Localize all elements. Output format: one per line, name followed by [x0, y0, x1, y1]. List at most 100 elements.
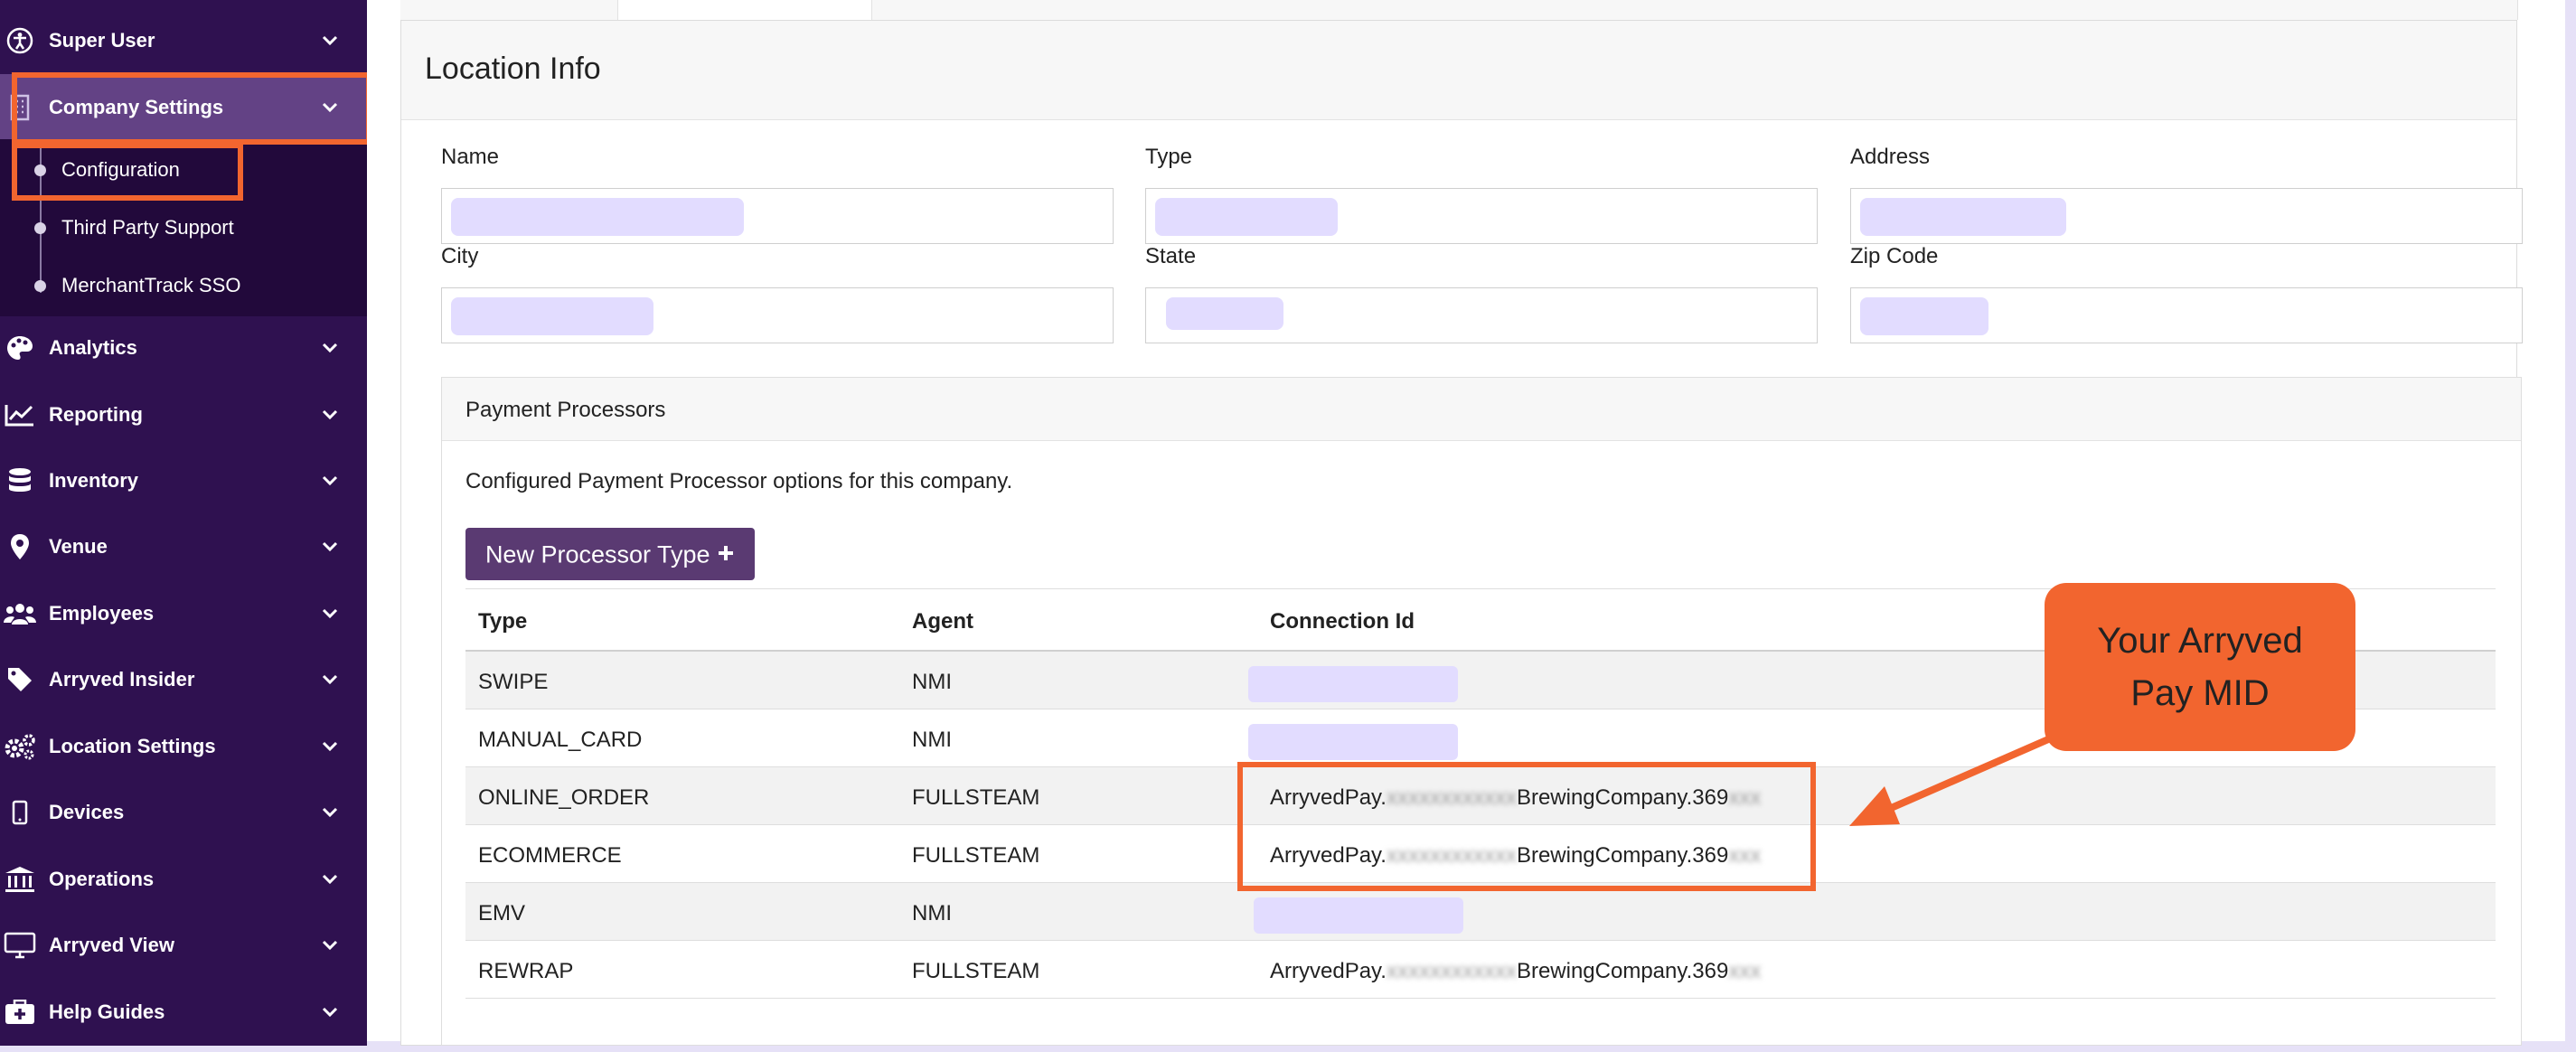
cell-type: SWIPE: [478, 670, 549, 694]
nav-help-guides[interactable]: Help Guides: [0, 979, 367, 1046]
redacted-text: xxx: [1728, 785, 1762, 810]
nav-label: Analytics: [49, 336, 137, 359]
city-label: City: [441, 244, 479, 268]
gears-icon: [2, 728, 38, 765]
redacted-text: xxxxxxxxxxxx: [1386, 843, 1517, 868]
nav-label: Inventory: [49, 469, 139, 492]
name-label: Name: [441, 145, 500, 169]
chevron-down-icon: [320, 471, 340, 491]
bullet-icon: [34, 222, 46, 234]
table-row[interactable]: EMV NMI: [465, 883, 2496, 941]
users-icon: [2, 596, 38, 632]
subnav-merchanttrack-sso[interactable]: MerchantTrack SSO: [0, 262, 367, 309]
chevron-down-icon: [320, 604, 340, 624]
nav-operations[interactable]: Operations: [0, 846, 367, 913]
address-field[interactable]: [1850, 188, 2523, 244]
cell-agent: FULLSTEAM: [912, 843, 1040, 868]
nav-location-settings[interactable]: Location Settings: [0, 713, 367, 780]
callout-line: Pay MID: [2130, 673, 2270, 713]
nav-employees[interactable]: Employees: [0, 580, 367, 647]
page-title: Location Info: [425, 52, 601, 86]
card-header: Location Info: [401, 21, 2516, 120]
subnav-third-party-support[interactable]: Third Party Support: [0, 204, 367, 251]
nav-devices[interactable]: Devices: [0, 779, 367, 846]
column-header-type: Type: [478, 609, 528, 634]
conn-suffix: BrewingCompany.369: [1516, 959, 1729, 983]
sidebar: Super User Company Settings Configuratio…: [0, 0, 371, 1046]
bullet-icon: [34, 280, 46, 292]
cell-agent: NMI: [912, 901, 952, 925]
building-icon: [2, 89, 38, 126]
panel-title: Payment Processors: [465, 398, 666, 422]
zip-field[interactable]: [1850, 287, 2523, 343]
cell-agent: NMI: [912, 728, 952, 752]
conn-prefix: ArryvedPay.: [1270, 843, 1387, 868]
nav-label: Reporting: [49, 403, 143, 426]
first-aid-icon: [2, 994, 38, 1030]
new-processor-type-button[interactable]: New Processor Type: [465, 528, 755, 580]
bank-icon: [2, 861, 38, 897]
nav-arryved-insider[interactable]: Arryved Insider: [0, 646, 367, 713]
redacted-text: xxx: [1728, 959, 1762, 983]
cell-connection-id: ArryvedPay.xxxxxxxxxxxxBrewingCompany.36…: [1270, 843, 1761, 869]
nav-arryved-view[interactable]: Arryved View: [0, 912, 367, 979]
redacted-connection-id: [1248, 724, 1458, 760]
chevron-down-icon: [320, 869, 340, 889]
accessibility-icon: [2, 23, 38, 59]
cell-agent: NMI: [912, 670, 952, 694]
column-header-connection-id: Connection Id: [1270, 609, 1415, 634]
table-row[interactable]: REWRAP FULLSTEAM ArryvedPay.xxxxxxxxxxxx…: [465, 941, 2496, 999]
name-field[interactable]: [441, 188, 1114, 244]
column-header-agent: Agent: [912, 609, 973, 634]
nav-label: Operations: [49, 868, 155, 890]
nav-venue[interactable]: Venue: [0, 513, 367, 580]
mobile-icon: [2, 794, 38, 831]
palette-icon: [2, 330, 38, 366]
chevron-down-icon: [320, 31, 340, 51]
cell-connection-id: ArryvedPay.xxxxxxxxxxxxBrewingCompany.36…: [1270, 959, 1761, 984]
chevron-down-icon: [320, 338, 340, 358]
table-row[interactable]: ONLINE_ORDER FULLSTEAM ArryvedPay.xxxxxx…: [465, 767, 2496, 825]
nav-company-settings[interactable]: Company Settings: [0, 74, 367, 141]
cell-agent: FULLSTEAM: [912, 785, 1040, 810]
active-tab[interactable]: [617, 0, 872, 20]
chevron-down-icon: [320, 737, 340, 756]
redacted-value: [1166, 297, 1283, 330]
nav-label: Venue: [49, 535, 108, 558]
conn-suffix: BrewingCompany.369: [1516, 785, 1729, 810]
subnav-label: Third Party Support: [61, 216, 234, 239]
nav-super-user[interactable]: Super User: [0, 7, 367, 74]
nav-reporting[interactable]: Reporting: [0, 381, 367, 448]
redacted-value: [451, 297, 653, 335]
conn-prefix: ArryvedPay.: [1270, 959, 1387, 983]
tag-icon: [2, 662, 38, 698]
plus-icon: [717, 540, 735, 568]
city-field[interactable]: [441, 287, 1114, 343]
conn-prefix: ArryvedPay.: [1270, 785, 1387, 810]
nav-inventory[interactable]: Inventory: [0, 447, 367, 514]
redacted-value: [1155, 198, 1338, 236]
company-settings-submenu: Configuration Third Party Support Mercha…: [0, 139, 367, 316]
cell-type: ONLINE_ORDER: [478, 785, 650, 810]
state-field[interactable]: [1145, 287, 1818, 343]
zip-label: Zip Code: [1850, 244, 1939, 268]
nav-analytics[interactable]: Analytics: [0, 315, 367, 381]
type-label: Type: [1145, 145, 1193, 169]
chevron-down-icon: [320, 405, 340, 425]
chevron-down-icon: [320, 935, 340, 955]
nav-label: Company Settings: [49, 96, 224, 118]
nav-label: Arryved Insider: [49, 668, 195, 690]
callout-bubble: Your Arryved Pay MID: [2045, 583, 2355, 751]
cell-connection-id: ArryvedPay.xxxxxxxxxxxxBrewingCompany.36…: [1270, 785, 1761, 811]
redacted-value: [1860, 198, 2066, 236]
chart-line-icon: [2, 397, 38, 433]
table-row[interactable]: ECOMMERCE FULLSTEAM ArryvedPay.xxxxxxxxx…: [465, 825, 2496, 883]
database-icon: [2, 463, 38, 499]
nav-label: Super User: [49, 29, 155, 52]
subnav-configuration[interactable]: Configuration: [0, 146, 367, 193]
conn-suffix: BrewingCompany.369: [1516, 843, 1729, 868]
callout-line: Your Arryved: [2097, 621, 2303, 661]
nav-label: Employees: [49, 602, 155, 625]
chevron-down-icon: [320, 537, 340, 557]
type-field[interactable]: [1145, 188, 1818, 244]
